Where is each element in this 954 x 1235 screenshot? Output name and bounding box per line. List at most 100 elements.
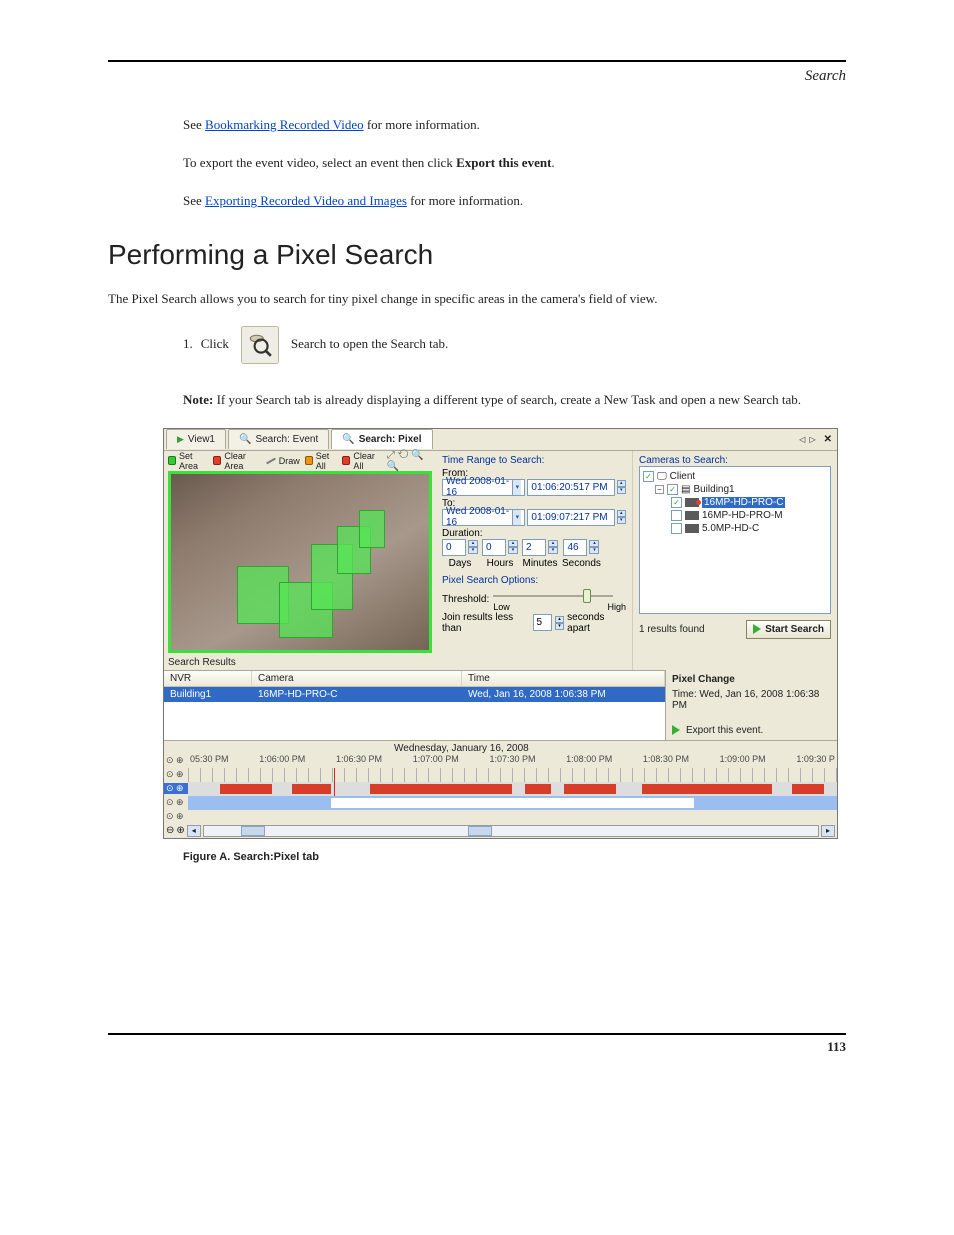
lbl: Clear All [353, 451, 382, 471]
zoom-in-icon[interactable]: ⊕ [176, 825, 184, 836]
note-label: Note: [183, 392, 213, 407]
to-time-input[interactable]: 01:09:07:217 PM [527, 509, 614, 526]
join-input[interactable]: 5 [533, 614, 552, 631]
clear-area-button[interactable]: Clear Area [213, 451, 260, 471]
set-area-button[interactable]: Set Area [168, 451, 208, 471]
checkbox[interactable]: ✓ [671, 497, 682, 508]
join-label-b: seconds apart [567, 612, 626, 634]
tl-ctrl[interactable]: ⊙ ⊕ [164, 811, 188, 822]
pixel-options-label: Pixel Search Options: [442, 575, 626, 586]
results-found: 1 results found [639, 624, 705, 635]
to-date-input[interactable]: Wed 2008-01-16▾ [442, 509, 525, 526]
tab-label: Search: Event [255, 434, 318, 445]
txt: . [551, 155, 554, 170]
cell: Building1 [164, 687, 252, 702]
lbl: Building1 [693, 484, 734, 495]
high-label: High [607, 602, 626, 612]
scrollbar[interactable] [203, 825, 819, 837]
spinner[interactable]: ▴▾ [508, 540, 518, 554]
col[interactable]: Time [462, 671, 665, 686]
val: 01:06:20:517 PM [531, 482, 607, 493]
days-input[interactable]: 0 [442, 539, 466, 556]
export-icon [672, 725, 680, 735]
threshold-label: Threshold: [442, 594, 489, 605]
search-icon: 🔍 [239, 434, 251, 445]
scroll-left[interactable]: ◂ [187, 825, 201, 837]
lbl: Seconds [562, 558, 601, 569]
col[interactable]: NVR [164, 671, 252, 686]
search-icon: 🔍 [342, 434, 354, 445]
timeline[interactable]: Wednesday, January 16, 2008 ⊙ ⊕ 05:30 PM… [164, 740, 837, 838]
join-label-a: Join results less than [442, 612, 530, 634]
from-date-input[interactable]: Wed 2008-01-16▾ [442, 479, 525, 496]
spinner[interactable]: ▴▾ [468, 540, 478, 554]
low-label: Low [493, 602, 510, 612]
tab-view1[interactable]: ▶View1 [166, 429, 226, 449]
minutes-input[interactable]: 2 [522, 539, 546, 556]
tab-search-pixel[interactable]: 🔍Search: Pixel [331, 429, 432, 449]
camera-icon [685, 511, 699, 520]
spinner[interactable]: ▴▾ [548, 540, 558, 554]
page-title: Performing a Pixel Search [108, 239, 846, 271]
tick: 1:07:00 PM [413, 754, 459, 764]
lbl: Draw [279, 456, 300, 466]
col[interactable]: Camera [252, 671, 462, 686]
export-event-link[interactable]: Export this event. [686, 725, 763, 736]
tab-label: View1 [188, 434, 215, 445]
clear-all-button[interactable]: Clear All [342, 451, 382, 471]
set-all-button[interactable]: Set All [305, 451, 338, 471]
link-bookmarking[interactable]: Bookmarking Recorded Video [205, 117, 364, 132]
spinner[interactable]: ▴▾ [617, 510, 626, 524]
step-num: 1. [183, 334, 193, 354]
results-row[interactable]: Building1 16MP-HD-PRO-C Wed, Jan 16, 200… [164, 687, 665, 702]
tl-ctrl[interactable]: ⊙ ⊕ [164, 755, 188, 766]
search-results-label: Search Results [164, 653, 436, 670]
spinner[interactable]: ▴▾ [617, 480, 626, 494]
checkbox[interactable] [671, 523, 682, 534]
close-icon[interactable]: ✕ [821, 434, 835, 445]
zoom-tools[interactable]: ⤢ ⟲ 🔍 🔍 [387, 450, 432, 472]
tl-ctrl[interactable]: ⊙ ⊕ [164, 797, 188, 808]
from-time-input[interactable]: 01:06:20:517 PM [527, 479, 614, 496]
tab-nav-icons[interactable]: ◁ ▷ [799, 435, 821, 444]
collapse-icon[interactable]: − [655, 485, 664, 494]
tab-search-event[interactable]: 🔍 Search: Event [228, 429, 329, 449]
timeline-date: Wednesday, January 16, 2008 [164, 741, 837, 754]
tick: 1:06:30 PM [336, 754, 382, 764]
lbl: Days [449, 558, 472, 569]
checkbox[interactable]: ✓ [667, 484, 678, 495]
checkbox[interactable] [671, 510, 682, 521]
search-icon [241, 326, 279, 364]
lbl: Set Area [179, 451, 208, 471]
hours-input[interactable]: 0 [482, 539, 506, 556]
lbl: Minutes [522, 558, 557, 569]
cell: 16MP-HD-PRO-C [252, 687, 462, 702]
video-preview[interactable] [168, 471, 432, 653]
txt: for more information. [407, 193, 523, 208]
spinner[interactable]: ▴▾ [589, 540, 599, 554]
tl-ctrl[interactable]: ⊙ ⊕ [164, 769, 188, 780]
link-exporting[interactable]: Exporting Recorded Video and Images [205, 193, 407, 208]
tl-ctrl[interactable]: ⊙ ⊕ [164, 783, 188, 794]
start-search-button[interactable]: Start Search [746, 620, 831, 639]
duration-label: Duration: [442, 528, 626, 539]
spinner[interactable]: ▴▾ [555, 616, 564, 630]
scroll-right[interactable]: ▸ [821, 825, 835, 837]
camera-tree[interactable]: ✓🖵Client −✓▤Building1 ✓16MP-HD-PRO-C 16M… [639, 466, 831, 614]
camera-icon [685, 524, 699, 533]
lbl: 5.0MP-HD-C [702, 523, 759, 534]
lbl: Client [670, 471, 696, 482]
draw-button[interactable]: Draw [266, 456, 300, 466]
tick: 1:08:30 PM [643, 754, 689, 764]
seconds-input[interactable]: 46 [563, 539, 587, 556]
server-icon: ▤ [681, 484, 690, 495]
threshold-slider[interactable] [493, 588, 613, 602]
lbl: Clear Area [224, 451, 260, 471]
val: Wed 2008-01-16 [446, 476, 512, 498]
desc: The Pixel Search allows you to search fo… [108, 289, 846, 309]
step-txt: Click [201, 334, 229, 354]
tick: 1:08:00 PM [566, 754, 612, 764]
tick: 1:09:00 PM [720, 754, 766, 764]
checkbox[interactable]: ✓ [643, 471, 654, 482]
zoom-out-icon[interactable]: ⊖ [166, 825, 174, 836]
